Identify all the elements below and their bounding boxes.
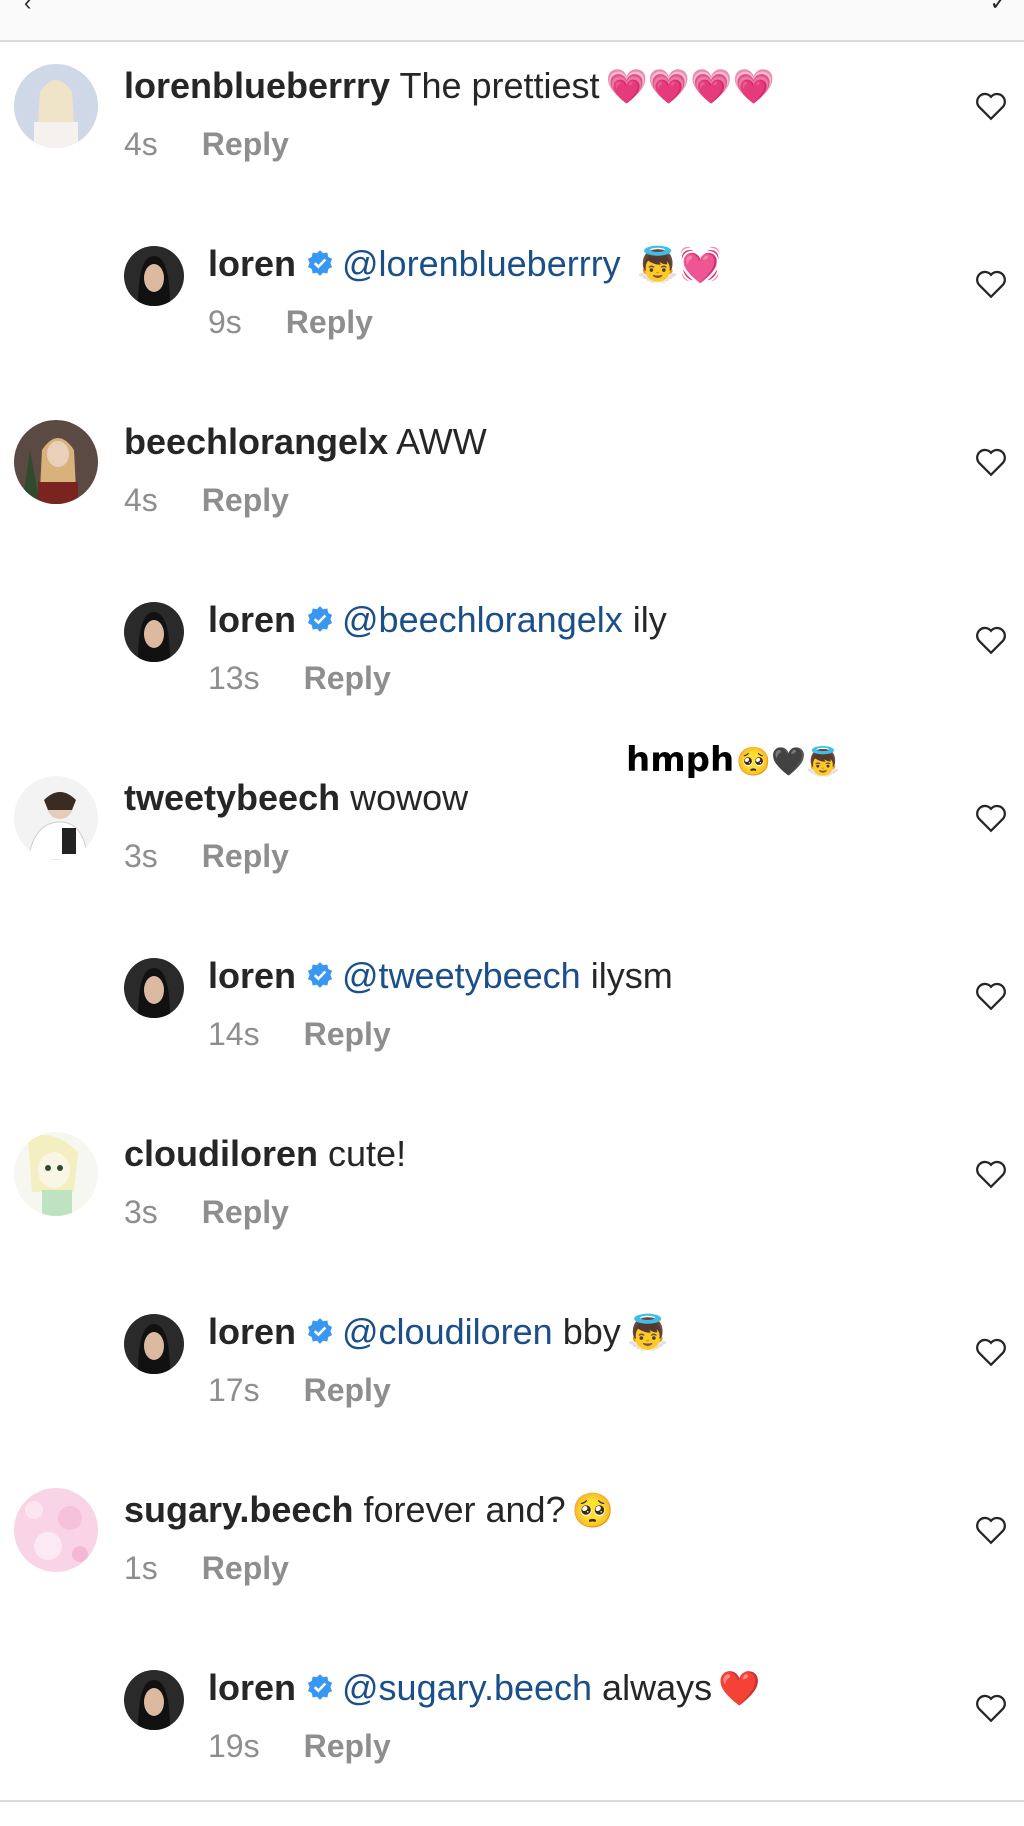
verified-badge-icon xyxy=(307,1674,333,1701)
comment-emoji: 👼 xyxy=(626,1313,670,1353)
divider xyxy=(0,1800,1024,1802)
comment-emoji: 👼💓 xyxy=(636,245,722,285)
mention-link[interactable]: @cloudiloren xyxy=(342,1311,553,1352)
heart-outline-icon[interactable] xyxy=(974,1158,1008,1190)
comment-time: 17s xyxy=(208,1372,260,1408)
comment-time: 9s xyxy=(208,304,242,340)
comment-time: 3s xyxy=(124,838,158,874)
heart-outline-icon[interactable] xyxy=(974,268,1008,300)
reply-button[interactable]: Reply xyxy=(304,660,391,696)
top-bar: ‹ ✓ xyxy=(0,0,1024,42)
heart-outline-icon[interactable] xyxy=(974,1692,1008,1724)
heart-outline-icon[interactable] xyxy=(974,446,1008,478)
comment-text: cute! xyxy=(328,1133,407,1174)
avatar[interactable] xyxy=(124,1670,184,1730)
comment-text: The prettiest xyxy=(399,65,600,106)
comment-username[interactable]: beechlorangelx xyxy=(124,421,388,462)
comment-time: 1s xyxy=(124,1550,158,1586)
reply-item: loren @beechlorangelx ily 13s Reply xyxy=(0,598,1024,758)
overlay-emoji: 🥺🖤👼 xyxy=(736,745,841,778)
comment-username[interactable]: loren xyxy=(208,955,296,996)
comment-item: beechlorangelx AWW 4s Reply xyxy=(0,420,1024,580)
comment-username[interactable]: lorenblueberrry xyxy=(124,65,390,106)
heart-outline-icon[interactable] xyxy=(974,1336,1008,1368)
overlay-caption: hmph🥺🖤👼 xyxy=(626,740,841,780)
comment-text: always xyxy=(602,1667,713,1708)
reply-button[interactable]: Reply xyxy=(286,304,373,340)
avatar[interactable] xyxy=(14,1132,98,1216)
comment-item: tweetybeech wowow 3s Reply xyxy=(0,776,1024,936)
comment-emoji: ❤️ xyxy=(718,1669,761,1709)
reply-button[interactable]: Reply xyxy=(304,1728,391,1764)
verified-badge-icon xyxy=(307,606,333,633)
comment-username[interactable]: loren xyxy=(208,1667,296,1708)
reply-item: loren @tweetybeech ilysm 14s Reply xyxy=(0,954,1024,1114)
comment-username[interactable]: sugary.beech xyxy=(124,1489,353,1530)
comment-username[interactable]: cloudiloren xyxy=(124,1133,318,1174)
comment-emoji: 💗💗💗💗 xyxy=(605,67,775,107)
comment-item: lorenblueberrry The prettiest 💗💗💗💗 4s Repl… xyxy=(0,64,1024,224)
comment-username[interactable]: loren xyxy=(208,1311,296,1352)
heart-outline-icon[interactable] xyxy=(974,90,1008,122)
comment-text: wowow xyxy=(350,777,469,818)
reply-button[interactable]: Reply xyxy=(202,838,289,874)
verified-badge-icon xyxy=(307,250,333,277)
heart-outline-icon[interactable] xyxy=(974,1514,1008,1546)
comment-username[interactable]: tweetybeech xyxy=(124,777,340,818)
comment-text: AWW xyxy=(396,421,487,462)
reply-item: loren @cloudiloren bby 👼 17s Reply xyxy=(0,1310,1024,1470)
comment-text: ily xyxy=(632,599,667,640)
mention-link[interactable]: @beechlorangelx xyxy=(342,599,623,640)
reply-button[interactable]: Reply xyxy=(304,1372,391,1408)
reply-button[interactable]: Reply xyxy=(304,1016,391,1052)
send-icon[interactable]: ✓ xyxy=(990,0,1008,14)
comment-time: 19s xyxy=(208,1728,260,1764)
overlay-text: hmph xyxy=(626,740,735,780)
comment-item: cloudiloren cute! 3s Reply xyxy=(0,1132,1024,1292)
reply-button[interactable]: Reply xyxy=(202,482,289,518)
reply-item: loren @sugary.beech always ❤️ 19s Reply xyxy=(0,1666,1024,1826)
comment-time: 14s xyxy=(208,1016,260,1052)
reply-button[interactable]: Reply xyxy=(202,1194,289,1230)
reply-button[interactable]: Reply xyxy=(202,126,289,162)
reply-item: loren @lorenblueberrry 👼💓 9s Reply xyxy=(0,242,1024,402)
mention-link[interactable]: @sugary.beech xyxy=(342,1667,592,1708)
avatar[interactable] xyxy=(14,64,98,148)
comment-item: sugary.beech forever and? 🥺 1s Reply xyxy=(0,1488,1024,1648)
heart-outline-icon[interactable] xyxy=(974,980,1008,1012)
avatar[interactable] xyxy=(124,246,184,306)
mention-link[interactable]: @lorenblueberrry xyxy=(342,243,621,284)
comment-emoji: 🥺 xyxy=(571,1491,614,1531)
comment-time: 13s xyxy=(208,660,260,696)
verified-badge-icon xyxy=(307,962,333,989)
avatar[interactable] xyxy=(124,602,184,662)
comment-time: 3s xyxy=(124,1194,158,1230)
comment-text: ilysm xyxy=(590,955,673,996)
avatar[interactable] xyxy=(124,1314,184,1374)
comment-text: forever and? xyxy=(363,1489,566,1530)
comment-username[interactable]: loren xyxy=(208,243,296,284)
reply-button[interactable]: Reply xyxy=(202,1550,289,1586)
comment-text: bby xyxy=(562,1311,621,1352)
heart-outline-icon[interactable] xyxy=(974,624,1008,656)
heart-outline-icon[interactable] xyxy=(974,802,1008,834)
comment-username[interactable]: loren xyxy=(208,599,296,640)
avatar[interactable] xyxy=(14,1488,98,1572)
mention-link[interactable]: @tweetybeech xyxy=(342,955,581,996)
comment-time: 4s xyxy=(124,482,158,518)
avatar[interactable] xyxy=(14,420,98,504)
verified-badge-icon xyxy=(307,1318,333,1345)
comment-time: 4s xyxy=(124,126,158,162)
avatar[interactable] xyxy=(14,776,98,860)
back-icon[interactable]: ‹ xyxy=(24,0,31,14)
avatar[interactable] xyxy=(124,958,184,1018)
